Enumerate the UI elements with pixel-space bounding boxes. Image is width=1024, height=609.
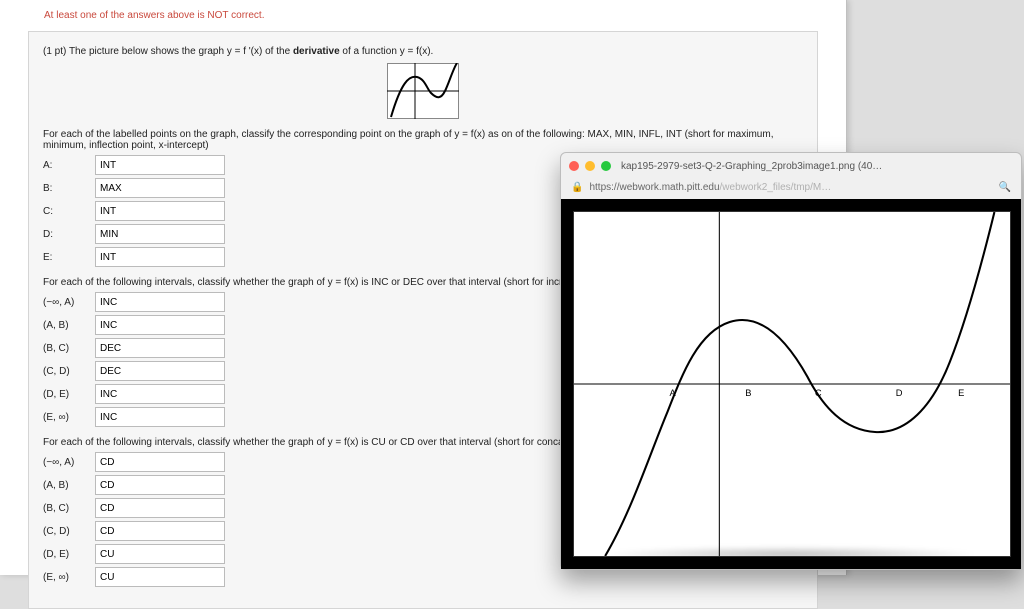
point-label: C: (43, 206, 91, 217)
classify-a: For each of the labelled points on the g… (43, 129, 454, 140)
eq-fprime: y = f '(x) (227, 46, 263, 57)
concavity-input[interactable] (95, 498, 225, 518)
concavity-label: (A, B) (43, 480, 91, 491)
window-titlebar[interactable]: kap195-2979-set3-Q-2-Graphing_2prob3imag… (561, 153, 1021, 179)
incdec-eq: y = f(x) (328, 277, 359, 288)
image-preview-window[interactable]: kap195-2979-set3-Q-2-Graphing_2prob3imag… (560, 152, 1022, 570)
incdec-label: (C, D) (43, 366, 91, 377)
concavity-row: (E, ∞) (43, 567, 803, 587)
window-shadow (600, 546, 980, 562)
concavity-input[interactable] (95, 567, 225, 587)
thumbnail-graph (387, 63, 459, 119)
incdec-label: (B, C) (43, 343, 91, 354)
concavity-label: (D, E) (43, 549, 91, 560)
address-bar: 🔒 https://webwork.math.pitt.edu/webwork2… (561, 179, 1021, 199)
point-input[interactable] (95, 201, 225, 221)
concavity-label: (B, C) (43, 503, 91, 514)
close-icon[interactable] (569, 161, 579, 171)
question-prompt: (1 pt) The picture below shows the graph… (43, 46, 803, 57)
point-input[interactable] (95, 155, 225, 175)
point-label: D: (43, 229, 91, 240)
incdec-label: (D, E) (43, 389, 91, 400)
cu-a: For each of the following intervals, cla… (43, 437, 328, 448)
concavity-input[interactable] (95, 544, 225, 564)
pt-C: C (815, 388, 822, 398)
maximize-icon[interactable] (601, 161, 611, 171)
incdec-input[interactable] (95, 338, 225, 358)
concavity-input[interactable] (95, 452, 225, 472)
point-label: E: (43, 252, 91, 263)
point-input[interactable] (95, 178, 225, 198)
pt-B: B (745, 388, 751, 398)
error-message: At least one of the answers above is NOT… (0, 0, 846, 21)
point-label: B: (43, 183, 91, 194)
incdec-input[interactable] (95, 384, 225, 404)
image-area: A B C D E (561, 199, 1021, 569)
bold-derivative: derivative (293, 46, 340, 57)
window-title: kap195-2979-set3-Q-2-Graphing_2prob3imag… (621, 161, 1013, 172)
prompt-mid2: of a function (342, 46, 399, 57)
search-icon[interactable]: 🔍 (999, 182, 1011, 193)
incdec-input[interactable] (95, 292, 225, 312)
incdec-label: (E, ∞) (43, 412, 91, 423)
url-text: https://webwork.math.pitt.edu/webwork2_f… (589, 182, 992, 193)
concavity-label: (−∞, A) (43, 457, 91, 468)
prompt-mid1: of the (265, 46, 293, 57)
concavity-label: (E, ∞) (43, 572, 91, 583)
concavity-input[interactable] (95, 521, 225, 541)
incdec-input[interactable] (95, 315, 225, 335)
pt-A: A (670, 388, 677, 398)
pt-E: E (958, 388, 964, 398)
concavity-input[interactable] (95, 475, 225, 495)
minimize-icon[interactable] (585, 161, 595, 171)
eq-f: y = f(x). (400, 46, 434, 57)
classify-lead: For each of the labelled points on the g… (43, 129, 803, 151)
incdec-label: (A, B) (43, 320, 91, 331)
point-label: A: (43, 160, 91, 171)
pt-D: D (896, 388, 903, 398)
classify-eq: y = f(x) (454, 129, 485, 140)
url-path: /webwork2_files/tmp/M… (720, 182, 832, 193)
concavity-label: (C, D) (43, 526, 91, 537)
incdec-input[interactable] (95, 361, 225, 381)
point-input[interactable] (95, 224, 225, 244)
prompt-lead: (1 pt) The picture below shows the graph (43, 46, 227, 57)
incdec-a: For each of the following intervals, cla… (43, 277, 328, 288)
incdec-label: (−∞, A) (43, 297, 91, 308)
derivative-plot: A B C D E (573, 211, 1011, 557)
incdec-input[interactable] (95, 407, 225, 427)
lock-icon: 🔒 (571, 182, 583, 193)
point-input[interactable] (95, 247, 225, 267)
url-host: https://webwork.math.pitt.edu (589, 182, 719, 193)
cu-eq: y = f(x) (328, 437, 359, 448)
